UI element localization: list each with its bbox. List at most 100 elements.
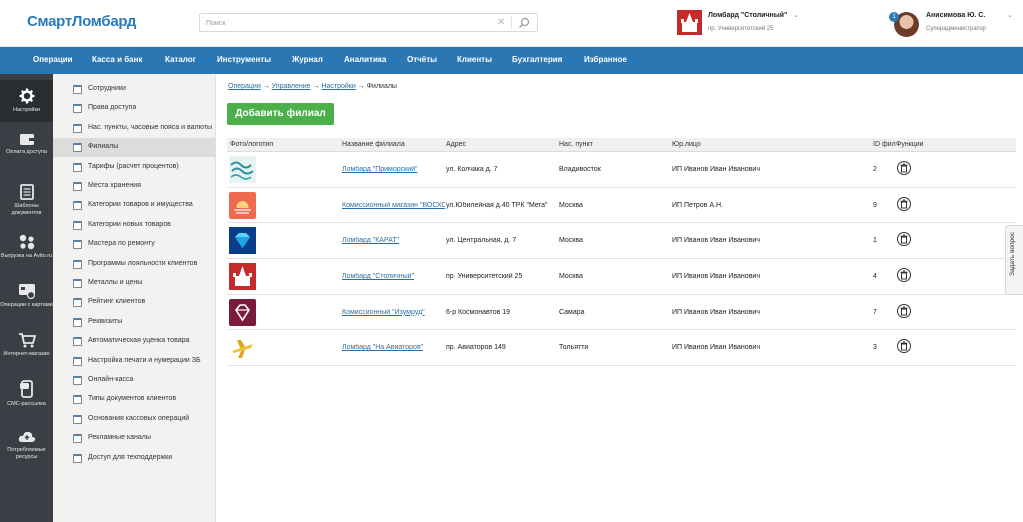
add-branch-button[interactable]: Добавить филиал xyxy=(227,103,334,125)
rail-item-resources[interactable]: Потребляемые ресурсы xyxy=(0,430,53,470)
branch-id: 2 xyxy=(873,166,877,173)
sidebar-item[interactable]: Доступ для техподдержки xyxy=(53,449,216,468)
sidebar-item[interactable]: Реквизиты xyxy=(53,313,216,332)
sidebar-item[interactable]: Категории новых товаров xyxy=(53,216,216,235)
branch-name-link[interactable]: Ломбард "КАРАТ" xyxy=(342,237,399,244)
branch-city: Тольятти xyxy=(559,344,589,352)
delete-button[interactable] xyxy=(897,232,911,247)
breadcrumb-link-operations[interactable]: Операции xyxy=(228,83,261,90)
breadcrumb-link-settings[interactable]: Настройки xyxy=(321,83,355,90)
sidebar-item[interactable]: Основания кассовых операций xyxy=(53,410,216,429)
branch-selector[interactable]: Ломбард "Столичный" xyxy=(708,12,787,19)
document-icon xyxy=(73,162,82,172)
sidebar-item[interactable]: Рейтинг клиентов xyxy=(53,293,216,312)
icon-rail: Настройки Оплата доступа Шаблоны докумен… xyxy=(0,74,53,522)
user-name[interactable]: Анисимова Ю. С. xyxy=(926,12,985,19)
delete-button[interactable] xyxy=(897,303,911,318)
nav-operations[interactable]: Операции xyxy=(33,55,73,64)
nav-favorites[interactable]: Избранное xyxy=(584,55,627,64)
column-header-photo[interactable]: Фото/логотип xyxy=(230,141,273,148)
sidebar-item-label: Сотрудники xyxy=(88,85,126,92)
sidebar-item-label: Категории новых товаров xyxy=(88,220,171,228)
nav-journal[interactable]: Журнал xyxy=(292,55,323,64)
rail-item-settings[interactable]: Настройки xyxy=(0,80,53,122)
search-input[interactable] xyxy=(206,17,486,29)
notification-badge[interactable]: 1 xyxy=(889,12,899,22)
diamond-logo xyxy=(229,227,256,255)
feedback-tab[interactable]: Задать вопрос xyxy=(1005,225,1023,295)
sidebar-item[interactable]: Настройка печати и нумерации ЗБ xyxy=(53,352,216,371)
table-row: Ломбард "На Авиаторов" пр. Авиаторов 149 Т… xyxy=(227,330,1016,367)
document-icon xyxy=(19,184,34,200)
rail-item-payment[interactable]: Оплата доступа xyxy=(0,132,53,168)
branch-name-link[interactable]: Ломбард "На Авиаторов" xyxy=(342,344,423,351)
sidebar-item[interactable]: Рекламные каналы xyxy=(53,429,216,448)
document-icon xyxy=(73,356,82,366)
branch-name-link[interactable]: Комиссионный магазин "ВОСХОД" xyxy=(342,202,445,209)
table-row: Ломбард "КАРАТ" ул. Центральная, д. 7 Моск… xyxy=(227,223,1016,260)
sidebar-item-label: Мастера по ремонту xyxy=(88,240,155,248)
delete-button[interactable] xyxy=(897,196,911,211)
chevron-down-icon[interactable]: ⌄ xyxy=(793,11,799,19)
rail-item-avito[interactable]: Выгрузка на Avito.ru xyxy=(0,234,53,274)
rail-item-shop[interactable]: Интернет-магазин xyxy=(0,332,53,372)
sidebar-item[interactable]: Автоматическая уценка товара xyxy=(53,332,216,351)
column-header-city[interactable]: Нас. пункт xyxy=(559,141,593,148)
plane-logo xyxy=(229,334,256,362)
document-icon xyxy=(73,220,82,230)
document-icon xyxy=(73,259,82,269)
branch-name-link[interactable]: Комиссионный "Изумруд" xyxy=(342,309,425,316)
app-logo[interactable]: СмартЛомбард xyxy=(27,13,136,30)
sidebar-item[interactable]: Тарифы (расчет процентов) xyxy=(53,158,216,177)
sidebar-item[interactable]: Нас. пункты, часовые пояса и валюты xyxy=(53,119,216,138)
nav-cash-bank[interactable]: Касса и банк xyxy=(92,55,142,64)
sidebar-item[interactable]: Категории товаров и имущества xyxy=(53,196,216,215)
branch-address: 6-р Космонавтов 19 xyxy=(446,308,511,316)
sidebar-item[interactable]: Сотрудники xyxy=(53,80,216,99)
document-icon xyxy=(73,279,82,288)
sidebar-item[interactable]: Металлы и цены xyxy=(53,274,216,293)
clear-icon[interactable]: ✕ xyxy=(497,17,505,29)
column-header-id[interactable]: ID фил xyxy=(873,141,896,148)
sidebar-item[interactable]: Права доступа xyxy=(53,99,216,118)
branch-name-link[interactable]: Ломбард "Столичный" xyxy=(342,273,414,280)
sidebar-item[interactable]: Программы лояльности клиентов xyxy=(53,255,216,274)
sidebar-item[interactable]: Мастера по ремонту xyxy=(53,235,216,254)
sidebar-item-label: Места хранения xyxy=(88,182,141,189)
column-header-address[interactable]: Адрес xyxy=(446,141,466,148)
delete-button[interactable] xyxy=(897,268,911,283)
sidebar-item-label: Тарифы (расчет процентов) xyxy=(88,162,179,170)
rail-item-templates[interactable]: Шаблоны документов xyxy=(0,184,53,224)
nav-reports[interactable]: Отчёты xyxy=(407,55,437,64)
branch-city: Москва xyxy=(559,273,583,281)
nav-catalog[interactable]: Каталог xyxy=(165,55,196,64)
chevron-down-icon[interactable]: ⌄ xyxy=(1007,11,1013,19)
branch-name-link[interactable]: Ломбард "Приморский" xyxy=(342,166,418,173)
column-header-name[interactable]: Название филиала xyxy=(342,141,405,148)
sidebar-item[interactable]: Типы документов клиентов xyxy=(53,390,216,409)
sidebar-item[interactable]: Онлайн-касса xyxy=(53,371,216,390)
sidebar-item-label: Основания кассовых операций xyxy=(88,414,190,422)
sidebar-item-label: Типы документов клиентов xyxy=(88,395,177,403)
column-header-entity[interactable]: Юр.лицо xyxy=(672,141,701,148)
sidebar-item-label: Онлайн-касса xyxy=(88,376,134,383)
search-box[interactable]: ✕ xyxy=(199,13,538,32)
branch-address: ул. Центральная, д. 7 xyxy=(446,237,517,245)
sidebar-item-label: Рейтинг клиентов xyxy=(88,298,146,306)
nav-analytics[interactable]: Аналитика xyxy=(344,55,386,64)
sidebar-item[interactable]: Филиалы xyxy=(53,138,216,158)
breadcrumb-current: Филиалы xyxy=(366,83,397,90)
sidebar-item-label: Программы лояльности клиентов xyxy=(88,259,198,267)
rail-item-cards[interactable]: Операции с картами xyxy=(0,283,53,323)
nav-accounting[interactable]: Бухгалтерия xyxy=(512,55,562,64)
branch-logo[interactable] xyxy=(677,10,702,35)
document-icon xyxy=(73,453,82,463)
nav-tools[interactable]: Инструменты xyxy=(217,55,271,64)
rail-item-sms[interactable]: СМС-рассылка xyxy=(0,380,53,416)
delete-button[interactable] xyxy=(897,339,911,354)
sidebar-item[interactable]: Места хранения xyxy=(53,177,216,196)
nav-clients[interactable]: Клиенты xyxy=(457,55,492,64)
delete-button[interactable] xyxy=(897,161,911,175)
breadcrumb-link-management[interactable]: Управление xyxy=(272,83,311,90)
search-icon[interactable] xyxy=(518,17,530,29)
